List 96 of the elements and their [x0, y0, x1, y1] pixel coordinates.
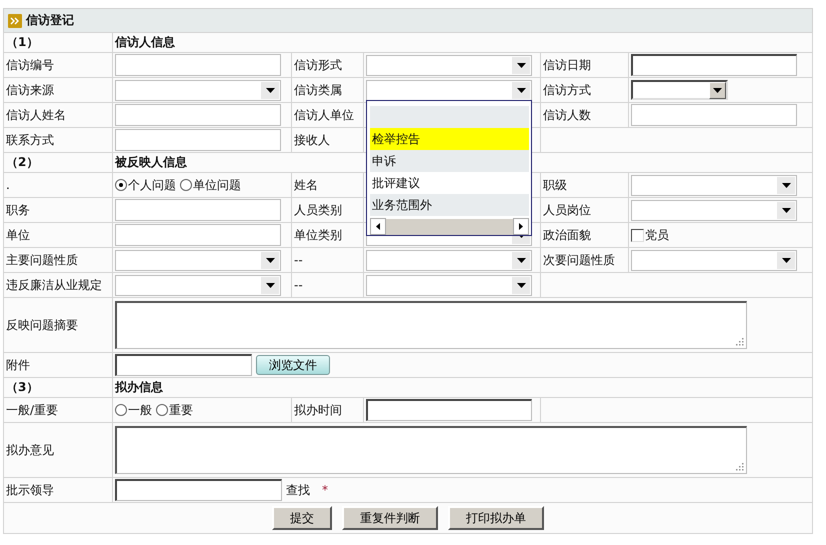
select-field[interactable]	[631, 174, 797, 196]
radio-button[interactable]	[156, 404, 168, 416]
text-field[interactable]	[115, 199, 281, 221]
text-field[interactable]	[115, 479, 282, 501]
field-label: 单位	[6, 226, 30, 244]
field-label: 批示领导	[6, 482, 54, 498]
dropdown-option[interactable]: 检举控告	[370, 128, 529, 150]
section-heading: 信访人信息	[115, 34, 175, 51]
field-label: 拟办意见	[6, 442, 54, 458]
section-number: （3）	[6, 379, 38, 396]
field-label: 违反廉洁从业规定	[6, 276, 102, 294]
radio-button[interactable]	[115, 404, 127, 416]
horizontal-scrollbar[interactable]	[370, 218, 529, 235]
right-arrow-icon[interactable]	[519, 223, 523, 230]
field-label: 姓名	[294, 176, 318, 194]
text-field[interactable]	[366, 399, 532, 421]
dropdown-option[interactable]: 申诉	[370, 150, 529, 172]
field-label: --	[294, 253, 303, 267]
select-field[interactable]	[631, 250, 797, 270]
caret-icon	[266, 88, 274, 92]
caret-icon	[516, 88, 526, 92]
caret-icon	[713, 88, 722, 92]
radio-label[interactable]: 一般	[128, 402, 152, 418]
caret-icon	[266, 282, 274, 288]
field-label: 联系方式	[6, 132, 54, 148]
field-label: .	[6, 178, 10, 192]
text-field[interactable]	[631, 54, 797, 76]
caret-icon	[782, 258, 790, 262]
field-label: 信访日期	[543, 56, 591, 74]
double-chevron-icon	[8, 14, 22, 28]
radio-label[interactable]: 单位问题	[193, 176, 241, 194]
field-label: 拟办时间	[294, 402, 342, 418]
field-label: 人员岗位	[543, 202, 591, 218]
text-field[interactable]	[115, 224, 281, 246]
caret-icon	[266, 258, 274, 262]
dropdown-option[interactable]: 业务范围外	[370, 194, 529, 216]
field-label: 信访人单位	[294, 106, 354, 124]
radio-button[interactable]	[115, 179, 127, 191]
field-label: 信访形式	[294, 56, 342, 74]
field-label: 信访人数	[543, 106, 591, 124]
action-button[interactable]: 提交	[272, 506, 332, 530]
field-label: 人员类别	[294, 202, 342, 218]
text-field[interactable]	[631, 104, 797, 126]
field-label: 信访编号	[6, 56, 54, 74]
find-link[interactable]: 查找	[286, 482, 310, 498]
section-number: （2）	[6, 154, 38, 171]
select-field[interactable]	[115, 80, 281, 100]
field-label: 职级	[543, 176, 567, 194]
select-field[interactable]	[631, 200, 797, 220]
field-label: 主要问题性质	[6, 252, 78, 268]
field-label: 职务	[6, 202, 30, 218]
resize-grip-icon[interactable]	[736, 338, 744, 346]
field-label: --	[294, 278, 303, 292]
text-field[interactable]	[115, 129, 281, 151]
field-label: 一般/重要	[6, 402, 58, 418]
action-button[interactable]: 打印拟办单	[448, 506, 544, 530]
text-field[interactable]	[115, 54, 281, 76]
caret-icon	[516, 258, 526, 262]
text-field[interactable]	[115, 104, 281, 126]
caret-icon	[782, 208, 790, 212]
field-label: 单位类别	[294, 226, 342, 244]
field-label: 次要问题性质	[543, 252, 615, 268]
caret-icon	[782, 182, 790, 188]
select-field[interactable]	[115, 274, 281, 296]
field-label: 附件	[6, 356, 30, 374]
field-label: 接收人	[294, 132, 330, 148]
select-field[interactable]	[631, 80, 728, 100]
field-label: 政治面貌	[543, 226, 591, 244]
select-field[interactable]	[366, 80, 532, 100]
radio-button[interactable]	[180, 179, 192, 191]
select-field[interactable]	[115, 250, 281, 270]
checkbox[interactable]: 党员	[631, 226, 669, 244]
action-button[interactable]: 重复件判断	[342, 506, 438, 530]
caret-icon	[516, 282, 526, 288]
section-heading: 拟办信息	[115, 379, 163, 396]
select-field[interactable]	[366, 274, 532, 296]
browse-button[interactable]: 浏览文件	[256, 355, 330, 375]
field-label: 信访来源	[6, 82, 54, 98]
select-field[interactable]	[366, 54, 532, 76]
panel-title: 信访登记	[26, 12, 74, 29]
left-arrow-icon[interactable]	[376, 223, 380, 230]
field-label: 反映问题摘要	[6, 316, 78, 334]
resize-grip-icon[interactable]	[736, 463, 744, 471]
select-field[interactable]	[366, 250, 532, 270]
section-number: （1）	[6, 34, 38, 51]
caret-icon	[516, 62, 526, 68]
radio-label[interactable]: 重要	[169, 402, 193, 418]
file-path-field[interactable]	[115, 354, 252, 376]
required-mark: *	[322, 483, 328, 497]
field-label: 信访人姓名	[6, 106, 66, 124]
radio-label[interactable]: 个人问题	[128, 176, 176, 194]
text-area[interactable]	[115, 426, 747, 474]
section-heading: 被反映人信息	[115, 154, 187, 171]
text-area[interactable]	[115, 301, 747, 349]
field-label: 信访方式	[543, 82, 591, 98]
field-label: 信访类属	[294, 82, 342, 98]
